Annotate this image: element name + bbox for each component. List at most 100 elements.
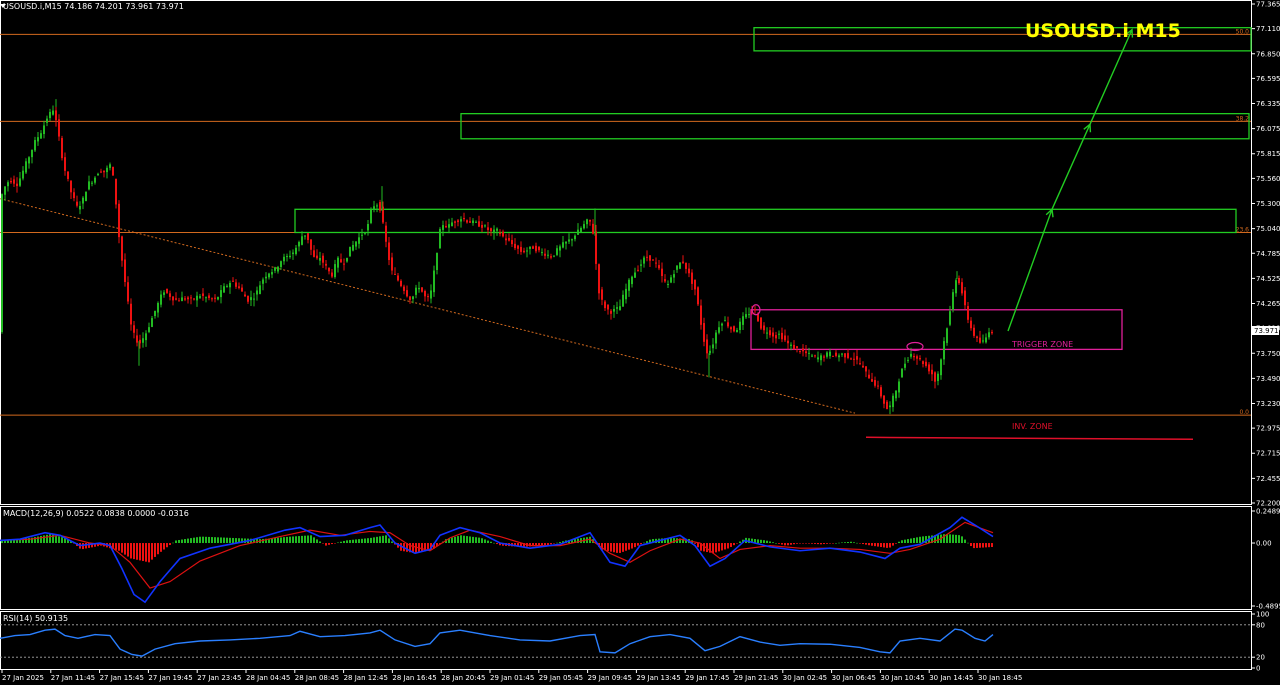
macd-histogram-bar	[937, 534, 939, 544]
chart-canvas[interactable]: USOUSD.i,M15 74.186 74.201 73.961 73.971…	[0, 0, 1280, 685]
macd-histogram-bar	[730, 543, 732, 547]
candle-body	[367, 223, 369, 231]
candle-body	[715, 332, 717, 344]
macd-histogram-bar	[646, 541, 648, 544]
macd-histogram-bar	[736, 543, 738, 544]
candle-body	[532, 246, 534, 249]
macd-histogram-bar	[616, 543, 618, 553]
macd-tick-label: -0.4895	[1256, 603, 1280, 611]
candle-body	[793, 344, 795, 350]
macd-histogram-bar	[763, 540, 765, 544]
candle-body	[925, 361, 927, 366]
candle-body	[547, 254, 549, 256]
price-tick-label: 75.300	[1256, 200, 1280, 208]
macd-histogram-bar	[115, 543, 117, 550]
macd-histogram-bar	[784, 543, 786, 546]
candle-body	[427, 296, 429, 298]
macd-histogram-bar	[340, 541, 342, 544]
candle-body	[151, 318, 153, 327]
candle-body	[127, 282, 129, 302]
macd-histogram-bar	[289, 536, 291, 544]
candle-body	[985, 337, 987, 343]
candle-body	[457, 220, 459, 223]
candle-body	[67, 171, 69, 179]
candle-body	[946, 328, 948, 343]
candle-body	[472, 220, 474, 224]
candle-body	[628, 279, 630, 291]
candle-body	[91, 182, 93, 184]
macd-histogram-bar	[739, 541, 741, 544]
candle-body	[661, 268, 663, 277]
macd-histogram-bar	[217, 537, 219, 544]
macd-histogram-bar	[829, 543, 831, 544]
macd-histogram-bar	[181, 539, 183, 544]
macd-histogram-bar	[451, 537, 453, 544]
macd-histogram-bar	[40, 535, 42, 544]
price-tick-label: 74.525	[1256, 275, 1280, 283]
candle-body	[919, 358, 921, 360]
candle-body	[85, 191, 87, 202]
candle-body	[214, 297, 216, 299]
macd-histogram-bar	[373, 537, 375, 544]
macd-histogram-bar	[634, 543, 636, 548]
candle-body	[475, 221, 477, 223]
candle-body	[31, 149, 33, 158]
candle-body	[706, 339, 708, 354]
time-tick-label: 27 Jan 19:45	[148, 674, 192, 682]
candle-body	[685, 262, 687, 269]
candle-body	[952, 292, 954, 310]
candle-body	[298, 242, 300, 247]
candle-body	[355, 241, 357, 247]
candle-body	[259, 285, 261, 294]
candle-body	[277, 266, 279, 272]
time-tick-label: 28 Jan 16:45	[392, 674, 436, 682]
candle-body	[523, 250, 525, 253]
macd-histogram-bar	[628, 543, 630, 550]
candle-body	[967, 306, 969, 320]
candle-body	[883, 395, 885, 404]
candle-body	[397, 275, 399, 281]
candle-body	[871, 379, 873, 382]
time-tick-label: 28 Jan 12:45	[344, 674, 388, 682]
candle-body	[577, 229, 579, 235]
macd-histogram-bar	[130, 543, 132, 559]
macd-histogram-bar	[283, 537, 285, 544]
macd-histogram-bar	[826, 543, 828, 544]
macd-histogram-bar	[307, 535, 309, 544]
candle-body	[934, 372, 936, 382]
time-tick-label: 29 Jan 13:45	[636, 674, 680, 682]
candle-body	[94, 177, 96, 183]
time-tick-label: 27 Jan 23:45	[197, 674, 241, 682]
candle-body	[490, 228, 492, 232]
candle-body	[379, 202, 381, 211]
macd-histogram-bar	[694, 543, 696, 544]
candle-body	[802, 348, 804, 352]
macd-histogram-bar	[718, 543, 720, 552]
macd-histogram-bar	[232, 537, 234, 544]
macd-histogram-bar	[46, 534, 48, 544]
macd-histogram-bar	[697, 543, 699, 548]
candle-body	[604, 301, 606, 309]
candle-body	[592, 223, 594, 234]
macd-histogram-bar	[415, 543, 417, 554]
candle-body	[499, 233, 501, 235]
candle-body	[982, 340, 984, 342]
candle-body	[835, 352, 837, 356]
macd-histogram-bar	[484, 539, 486, 544]
macd-histogram-bar	[847, 541, 849, 544]
macd-histogram-bar	[223, 537, 225, 544]
macd-histogram-bar	[760, 539, 762, 544]
candle-body	[778, 333, 780, 335]
price-tick-label: 76.595	[1256, 75, 1280, 83]
macd-histogram-bar	[886, 543, 888, 548]
candle-body	[979, 337, 981, 343]
macd-histogram-bar	[49, 534, 51, 544]
macd-histogram-bar	[322, 543, 324, 544]
candle-body	[337, 257, 339, 268]
candle-body	[268, 273, 270, 278]
candle-body	[973, 327, 975, 336]
candle-body	[172, 296, 174, 301]
candle-body	[517, 245, 519, 249]
rsi-label: RSI(14) 50.9135	[3, 614, 68, 623]
symbol-header: USOUSD.i,M15 74.186 74.201 73.961 73.971	[3, 2, 184, 11]
